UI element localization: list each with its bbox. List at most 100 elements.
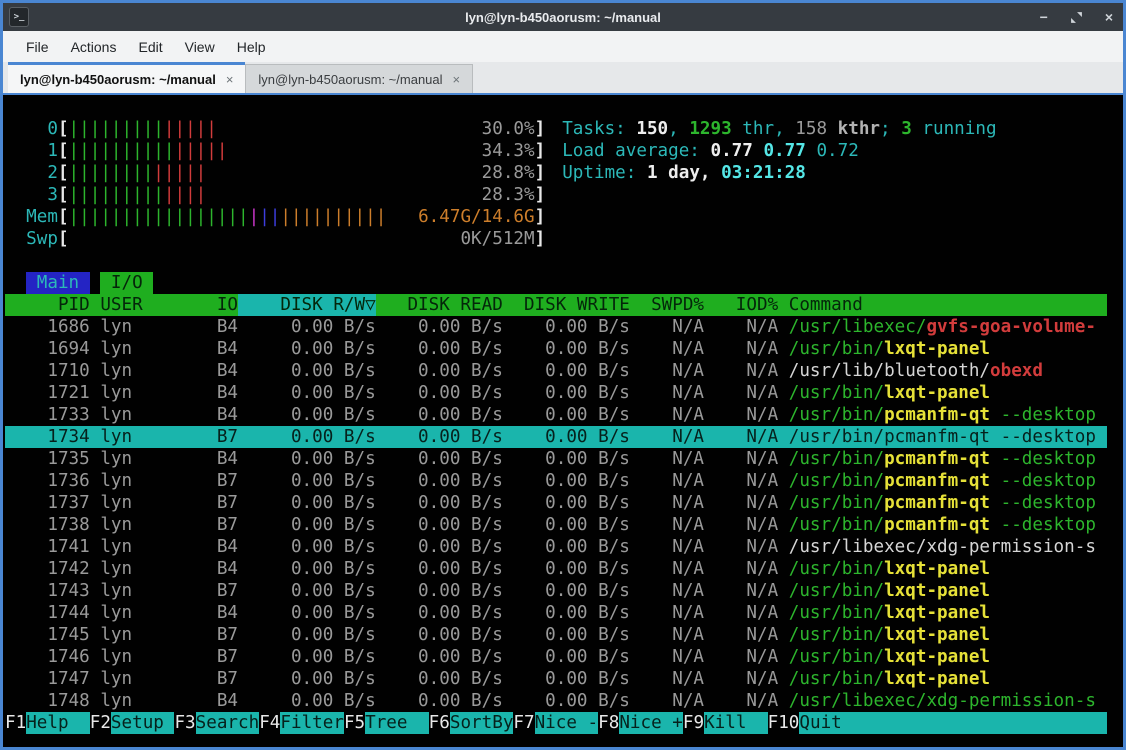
command-segment: lxqt-panel	[884, 669, 990, 689]
screen-tab-main[interactable]: Main	[26, 272, 90, 294]
column-header-cmd[interactable]: Command	[778, 294, 1106, 316]
cell-read: 0.00 B/s	[376, 360, 503, 382]
cell-swpd: N/A	[630, 382, 704, 404]
cell-user: lyn	[90, 492, 207, 514]
tasks-segment: thr,	[732, 118, 796, 140]
terminal-screen[interactable]: 0[||||||||||||||30.0%]1[|||||||||||||||3…	[3, 95, 1123, 747]
fkey-f7-nice[interactable]: F7Nice -	[513, 712, 598, 734]
column-header-io[interactable]: IO	[206, 294, 238, 316]
fkey-f10-quit[interactable]: F10Quit	[768, 712, 863, 734]
column-header-swpd[interactable]: SWPD%	[630, 294, 704, 316]
menu-item-file[interactable]: File	[15, 35, 60, 59]
meter-bar-segment: ||	[259, 206, 280, 228]
column-header-write[interactable]: DISK WRITE	[503, 294, 630, 316]
column-header-iod[interactable]: IOD%	[704, 294, 778, 316]
cell-io: B7	[206, 514, 238, 536]
close-button[interactable]: ×	[1105, 10, 1113, 24]
fkey-bar-filler	[863, 712, 1107, 734]
fkey-f4-filter[interactable]: F4Filter	[259, 712, 344, 734]
cell-iod: N/A	[704, 316, 778, 338]
process-row[interactable]: 1748lynB40.00 B/s0.00 B/s0.00 B/sN/AN/A/…	[5, 690, 1107, 712]
cell-rw: 0.00 B/s	[238, 690, 376, 712]
menu-item-view[interactable]: View	[174, 35, 226, 59]
cell-read: 0.00 B/s	[376, 690, 503, 712]
restore-button[interactable]	[1070, 11, 1083, 24]
process-row[interactable]: 1736lynB70.00 B/s0.00 B/s0.00 B/sN/AN/A/…	[5, 470, 1107, 492]
cell-io: B4	[206, 338, 238, 360]
fkey-f8-nice[interactable]: F8Nice +	[598, 712, 683, 734]
column-header-pid[interactable]: PID	[5, 294, 90, 316]
command-segment: /usr/bin/	[789, 339, 884, 359]
cell-cmd: /usr/bin/lxqt-panel	[778, 338, 1106, 360]
menu-item-help[interactable]: Help	[226, 35, 277, 59]
fkey-f2-setup[interactable]: F2Setup	[90, 712, 175, 734]
column-header-user[interactable]: USER	[90, 294, 207, 316]
cell-write: 0.00 B/s	[503, 624, 630, 646]
process-row[interactable]: 1735lynB40.00 B/s0.00 B/s0.00 B/sN/AN/A/…	[5, 448, 1107, 470]
cell-pid: 1733	[5, 404, 90, 426]
cell-read: 0.00 B/s	[376, 580, 503, 602]
command-segment: lxqt-panel	[884, 647, 990, 667]
tab-close-icon[interactable]: ×	[453, 72, 461, 87]
process-row[interactable]: 1747lynB70.00 B/s0.00 B/s0.00 B/sN/AN/A/…	[5, 668, 1107, 690]
command-segment: /usr/bin/	[789, 603, 884, 623]
command-segment: /usr/bin/	[789, 471, 884, 491]
command-segment: --desktop	[990, 405, 1096, 425]
command-segment: --desktop	[990, 471, 1096, 491]
command-segment: --desktop	[990, 449, 1096, 469]
meter-bar-segment: |	[249, 206, 260, 228]
process-row[interactable]: 1721lynB40.00 B/s0.00 B/s0.00 B/sN/AN/A/…	[5, 382, 1107, 404]
column-header-read[interactable]: DISK READ	[376, 294, 503, 316]
cell-rw: 0.00 B/s	[238, 404, 376, 426]
process-row[interactable]: 1733lynB40.00 B/s0.00 B/s0.00 B/sN/AN/A/…	[5, 404, 1107, 426]
process-row[interactable]: 1744lynB40.00 B/s0.00 B/s0.00 B/sN/AN/A/…	[5, 602, 1107, 624]
process-row[interactable]: 1741lynB40.00 B/s0.00 B/s0.00 B/sN/AN/A/…	[5, 536, 1107, 558]
tasks-segment: 3	[901, 118, 912, 140]
process-row[interactable]: 1743lynB70.00 B/s0.00 B/s0.00 B/sN/AN/A/…	[5, 580, 1107, 602]
load-line: Load average: 0.77 0.77 0.72	[562, 140, 996, 162]
cell-pid: 1738	[5, 514, 90, 536]
process-row[interactable]: 1738lynB70.00 B/s0.00 B/s0.00 B/sN/AN/A/…	[5, 514, 1107, 536]
meter-1: 1[|||||||||||||||34.3%]	[5, 140, 545, 162]
process-row[interactable]: 1745lynB70.00 B/s0.00 B/s0.00 B/sN/AN/A/…	[5, 624, 1107, 646]
terminal-tab-2[interactable]: lyn@lyn-b450aorusm: ~/manual×	[245, 64, 473, 93]
menu-item-edit[interactable]: Edit	[127, 35, 173, 59]
process-row[interactable]: 1734lynB70.00 B/s0.00 B/s0.00 B/sN/AN/A/…	[5, 426, 1107, 448]
terminal-window: >_ lyn@lyn-b450aorusm: ~/manual − × File…	[0, 0, 1126, 750]
process-row[interactable]: 1746lynB70.00 B/s0.00 B/s0.00 B/sN/AN/A/…	[5, 646, 1107, 668]
meter-label: 1	[5, 140, 58, 162]
screen-tab-io[interactable]: I/O	[100, 272, 153, 294]
process-row[interactable]: 1742lynB40.00 B/s0.00 B/s0.00 B/sN/AN/A/…	[5, 558, 1107, 580]
fkey-f1-help[interactable]: F1Help	[5, 712, 90, 734]
process-row[interactable]: 1686lynB40.00 B/s0.00 B/s0.00 B/sN/AN/A/…	[5, 316, 1107, 338]
minimize-button[interactable]: −	[1040, 10, 1048, 24]
process-row[interactable]: 1694lynB40.00 B/s0.00 B/s0.00 B/sN/AN/A/…	[5, 338, 1107, 360]
meter-label: 3	[5, 184, 58, 206]
fkey-f3-search[interactable]: F3Search	[174, 712, 259, 734]
fkey-f6-sortby[interactable]: F6SortBy	[429, 712, 514, 734]
column-header-rw[interactable]: DISK R/W▽	[238, 294, 376, 316]
command-segment: /usr/bin/	[789, 559, 884, 579]
meter-value: 28.3%	[482, 184, 535, 206]
command-segment: lxqt-panel	[884, 339, 990, 359]
command-segment: /usr/bin/	[789, 669, 884, 689]
menu-item-actions[interactable]: Actions	[60, 35, 128, 59]
fkey-f5-tree[interactable]: F5Tree	[344, 712, 429, 734]
tab-close-icon[interactable]: ×	[226, 72, 234, 87]
meter-open-bracket: [	[58, 162, 69, 184]
process-row[interactable]: 1710lynB40.00 B/s0.00 B/s0.00 B/sN/AN/A/…	[5, 360, 1107, 382]
meter-bar-segment: |||||||||	[69, 184, 164, 206]
fkey-f9-kill[interactable]: F9Kill	[683, 712, 768, 734]
command-segment: /usr/libexec/xdg-permission-s	[789, 691, 1096, 711]
cell-io: B4	[206, 448, 238, 470]
cell-read: 0.00 B/s	[376, 382, 503, 404]
tasks-segment: 1293	[689, 118, 731, 140]
fkey-action-label: Tree	[365, 712, 429, 734]
process-row[interactable]: 1737lynB70.00 B/s0.00 B/s0.00 B/sN/AN/A/…	[5, 492, 1107, 514]
terminal-tab-1[interactable]: lyn@lyn-b450aorusm: ~/manual×	[8, 62, 245, 93]
meter-spacer	[206, 184, 481, 206]
cell-pid: 1745	[5, 624, 90, 646]
cell-swpd: N/A	[630, 492, 704, 514]
cell-io: B7	[206, 646, 238, 668]
cell-rw: 0.00 B/s	[238, 624, 376, 646]
